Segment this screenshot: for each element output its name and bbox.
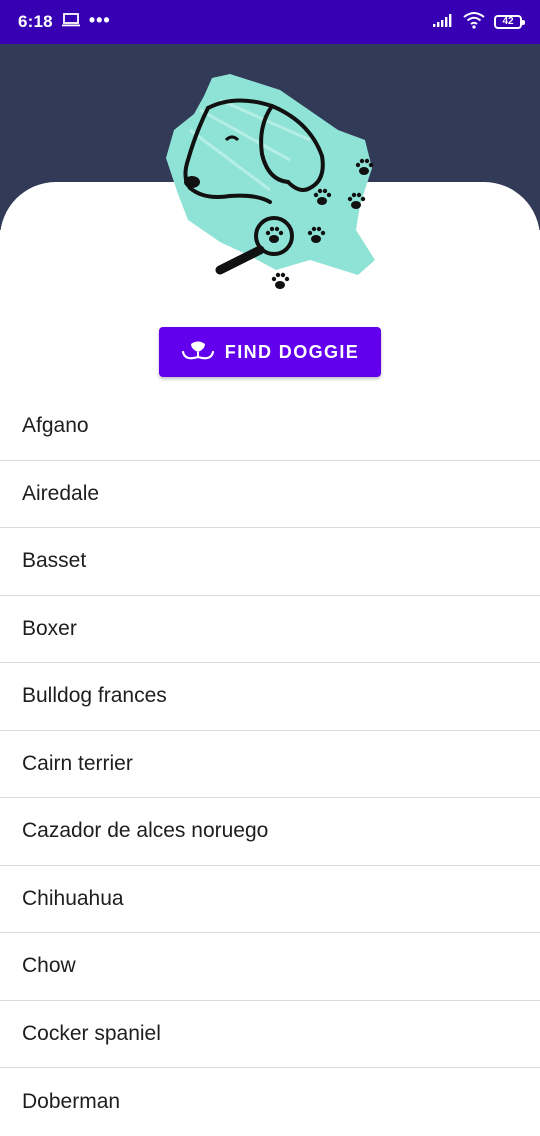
app-logo [160,70,386,296]
list-item[interactable]: Bulldog frances [0,663,540,731]
battery-icon: 42 [494,15,525,29]
signal-icon [432,12,454,33]
list-item[interactable]: Chihuahua [0,866,540,933]
dog-nose-icon [181,340,215,364]
list-item[interactable]: Cairn terrier [0,731,540,798]
breed-list: Afgano Airedale Basset Boxer Bulldog fra… [0,393,540,1136]
wifi-icon [462,11,486,34]
laptop-icon [61,12,81,33]
list-item[interactable]: Doberman [0,1068,540,1136]
find-doggie-label: FIND DOGGIE [224,341,360,362]
status-time: 6:18 [18,12,53,31]
find-doggie-button[interactable]: FIND DOGGIE [159,327,381,377]
list-item[interactable]: Cocker spaniel [0,1001,540,1068]
more-notifications-icon: ••• [88,9,111,30]
list-item[interactable]: Basset [0,528,540,596]
list-item[interactable]: Boxer [0,596,540,663]
status-bar: 6:18 ••• 42 [0,0,540,44]
list-item[interactable]: Cazador de alces noruego [0,798,540,866]
status-bar-left: 6:18 ••• [18,9,111,33]
list-item[interactable]: Chow [0,933,540,1001]
status-bar-right: 42 [432,11,525,34]
list-item[interactable]: Afgano [0,393,540,461]
list-item[interactable]: Airedale [0,461,540,528]
